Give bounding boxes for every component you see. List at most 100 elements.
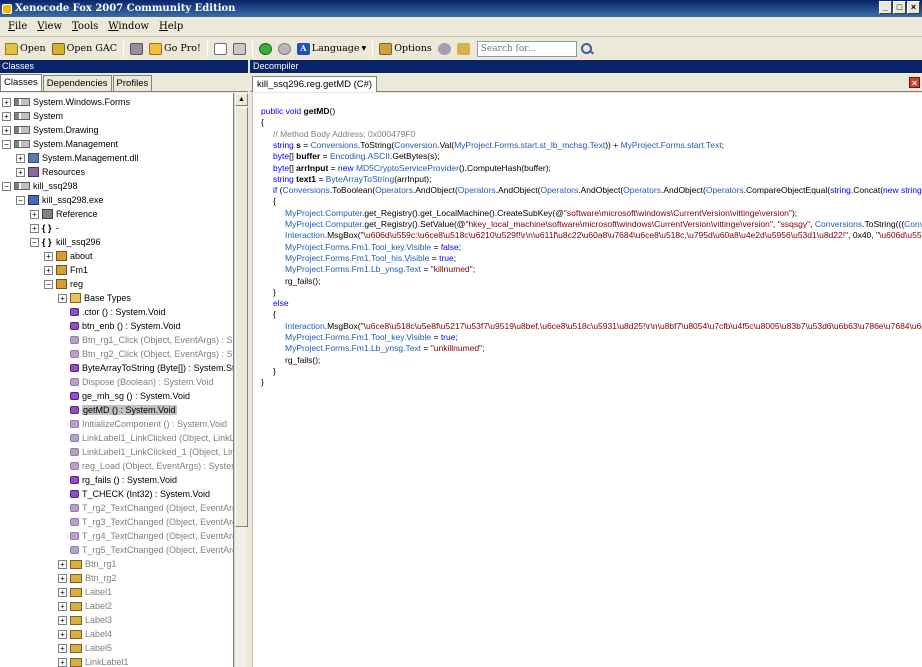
forward-button[interactable]: [275, 40, 294, 58]
scroll-up-icon[interactable]: ▲: [235, 93, 248, 106]
code-view[interactable]: public void getMD(){// Method Body Addre…: [252, 93, 922, 667]
tool-button-1[interactable]: [435, 40, 454, 58]
close-button[interactable]: ×: [907, 1, 920, 14]
collapse-icon[interactable]: −: [44, 279, 53, 289]
tree-node[interactable]: T_CHECK (Int32) : System.Void: [70, 487, 210, 501]
tree-node[interactable]: + about: [44, 249, 93, 263]
maximize-button[interactable]: □: [893, 1, 906, 14]
tree-node[interactable]: reg_Load (Object, EventArgs) : System.Vo…: [70, 459, 233, 473]
expand-icon[interactable]: +: [2, 125, 11, 135]
tree-node[interactable]: + LinkLabel1: [58, 655, 129, 667]
code-token: true: [439, 252, 454, 263]
options-button[interactable]: Options: [376, 40, 434, 58]
tree-node[interactable]: + System.Drawing: [2, 123, 99, 137]
menu-help[interactable]: Help: [154, 21, 188, 32]
tree-scrollbar[interactable]: ▲: [234, 93, 248, 667]
expand-icon[interactable]: +: [58, 643, 67, 653]
tree-node[interactable]: + Fm1: [44, 263, 88, 277]
menu-file[interactable]: File: [3, 21, 32, 32]
open-gac-button[interactable]: Open GAC: [49, 40, 120, 58]
collapse-icon[interactable]: −: [2, 139, 11, 149]
menu-view[interactable]: View: [32, 21, 67, 32]
tree-node[interactable]: rg_fails () : System.Void: [70, 473, 177, 487]
tree-node[interactable]: + Resources: [16, 165, 85, 179]
expand-icon[interactable]: +: [30, 223, 39, 233]
tree-node[interactable]: .ctor () : System.Void: [70, 305, 166, 319]
collapse-icon[interactable]: −: [16, 195, 25, 205]
expand-icon[interactable]: +: [58, 601, 67, 611]
tab-dependencies[interactable]: Dependencies: [42, 75, 112, 91]
tree-node[interactable]: + System: [2, 109, 63, 123]
go-pro-button[interactable]: Go Pro!: [146, 40, 204, 58]
save-button[interactable]: [127, 40, 146, 58]
tree-node[interactable]: getMD () : System.Void: [70, 403, 177, 417]
menu-window[interactable]: Window: [103, 21, 154, 32]
menu-tools[interactable]: Tools: [67, 21, 103, 32]
tree-node[interactable]: + Btn_rg2: [58, 571, 117, 585]
tree-node[interactable]: Dispose (Boolean) : System.Void: [70, 375, 214, 389]
tree-node[interactable]: + Reference: [30, 207, 98, 221]
code-token: byte: [273, 162, 290, 173]
tree-node[interactable]: LinkLabel1_LinkClicked_1 (Object, LinkLa…: [70, 445, 233, 459]
search-icon[interactable]: [580, 42, 594, 56]
expand-icon[interactable]: +: [58, 559, 67, 569]
tree-node[interactable]: btn_enb () : System.Void: [70, 319, 181, 333]
expand-icon[interactable]: +: [58, 657, 67, 667]
tree-node[interactable]: Btn_rg1_Click (Object, EventArgs) : Syst…: [70, 333, 233, 347]
expand-icon[interactable]: +: [2, 97, 11, 107]
tree-node[interactable]: − kill_ssq298: [2, 179, 78, 193]
tree-node[interactable]: T_rg4_TextChanged (Object, EventArgs) :: [70, 529, 234, 543]
tree-node[interactable]: T_rg2_TextChanged (Object, EventArgs) :: [70, 501, 233, 515]
expand-icon[interactable]: +: [30, 209, 39, 219]
tree-node[interactable]: +{ } -: [30, 221, 59, 235]
tree-node[interactable]: + Label1: [58, 585, 112, 599]
tree-node[interactable]: ByteArrayToString (Byte[]) : System.Stri…: [70, 361, 233, 375]
expand-icon[interactable]: +: [16, 167, 25, 177]
tab-getmd[interactable]: kill_ssq296.reg.getMD (C#): [252, 76, 378, 92]
tree-node[interactable]: + System.Management.dll: [16, 151, 139, 165]
expand-icon[interactable]: +: [44, 251, 53, 261]
expand-icon[interactable]: +: [58, 615, 67, 625]
tab-profiles[interactable]: Profiles: [112, 75, 153, 91]
tree-node[interactable]: −{ } kill_ssq296: [30, 235, 101, 249]
code-token: false: [440, 241, 459, 252]
expand-icon[interactable]: +: [58, 587, 67, 597]
language-dropdown[interactable]: A Language ▾: [294, 40, 369, 58]
tree-node[interactable]: Btn_rg2_Click (Object, EventArgs) : Syst…: [70, 347, 233, 361]
collapse-icon[interactable]: −: [2, 181, 11, 191]
tab-classes[interactable]: Classes: [0, 74, 42, 91]
expand-icon[interactable]: +: [58, 629, 67, 639]
tree-node[interactable]: − reg: [44, 277, 83, 291]
search-input[interactable]: [476, 40, 577, 57]
back-button[interactable]: [256, 40, 275, 58]
document-button[interactable]: [211, 40, 230, 58]
expand-icon[interactable]: +: [2, 111, 11, 121]
tree-node[interactable]: + Btn_rg1: [58, 557, 117, 571]
tree-node[interactable]: + Label2: [58, 599, 112, 613]
tree-node[interactable]: − kill_ssq298.exe: [16, 193, 104, 207]
tree-node[interactable]: + Base Types: [58, 291, 131, 305]
tree-node[interactable]: InitializeComponent () : System.Void: [70, 417, 227, 431]
expand-icon[interactable]: +: [58, 573, 67, 583]
tree-node[interactable]: − System.Management: [2, 137, 118, 151]
tree-node[interactable]: + Label5: [58, 641, 112, 655]
class-tree[interactable]: + System.Windows.Forms + System + System.Draw…: [0, 93, 234, 667]
tree-node[interactable]: T_rg5_TextChanged (Object, EventArgs) :: [70, 543, 233, 557]
close-icon[interactable]: ×: [909, 77, 920, 88]
tree-node[interactable]: + Label3: [58, 613, 112, 627]
tree-node[interactable]: LinkLabel1_LinkClicked (Object, LinkLabe…: [70, 431, 233, 445]
expand-icon[interactable]: +: [44, 265, 53, 275]
tree-node[interactable]: + Label4: [58, 627, 112, 641]
print-button[interactable]: [230, 40, 249, 58]
tree-node[interactable]: ge_mh_sg () : System.Void: [70, 389, 190, 403]
tree-node[interactable]: T_rg3_TextChanged (Object, EventArgs) :: [70, 515, 233, 529]
collapse-icon[interactable]: −: [30, 237, 39, 247]
tree-node[interactable]: + System.Windows.Forms: [2, 95, 130, 109]
open-button[interactable]: Open: [2, 40, 49, 58]
expand-icon[interactable]: +: [58, 293, 67, 303]
minimize-button[interactable]: _: [879, 1, 892, 14]
scroll-thumb[interactable]: [235, 107, 248, 527]
tree-node-label: T_rg4_TextChanged (Object, EventArgs) :: [82, 531, 234, 541]
tool-button-2[interactable]: [454, 40, 473, 58]
expand-icon[interactable]: +: [16, 153, 25, 163]
